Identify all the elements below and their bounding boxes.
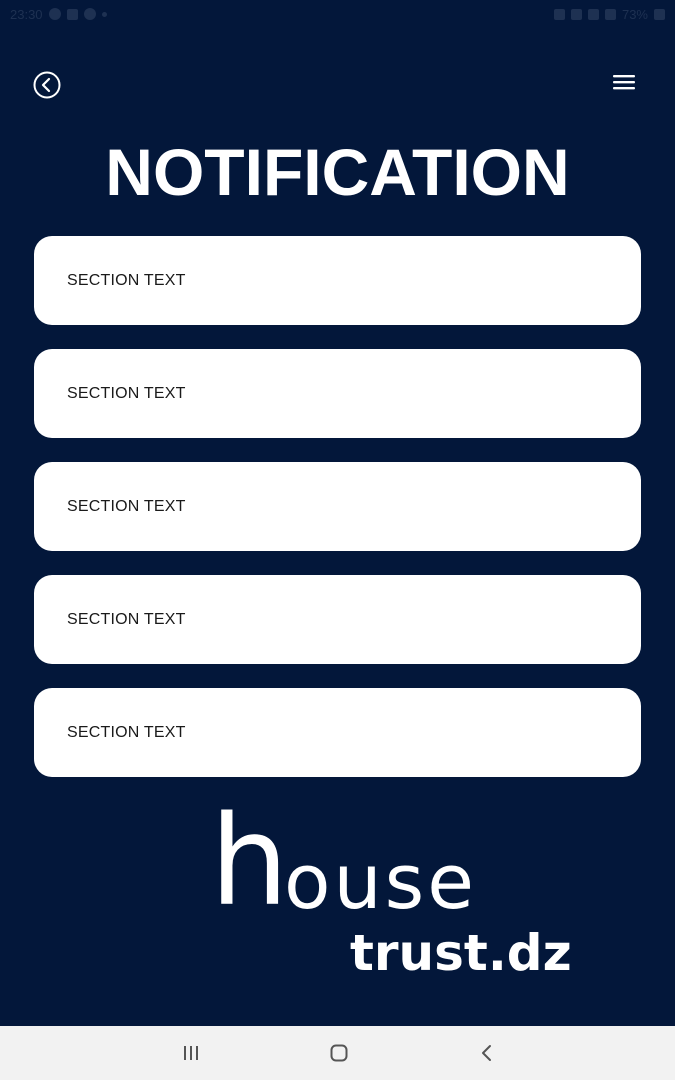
logo-ouse: ouse [284,837,478,926]
home-button[interactable] [328,1043,350,1063]
section-card[interactable]: SECTION TEXT [34,236,641,325]
logo-h: h [210,790,289,934]
mute-icon [587,8,599,20]
section-label: SECTION TEXT [67,384,186,402]
section-label: SECTION TEXT [67,271,186,289]
house-trust-logo: h ouse trust.dz [0,800,675,990]
gallery-icon [66,8,78,20]
notification-icon [48,8,61,20]
recents-icon [184,1046,198,1060]
section-card[interactable]: SECTION TEXT [34,575,641,664]
section-card[interactable]: SECTION TEXT [34,462,641,551]
section-card[interactable]: SECTION TEXT [34,349,641,438]
recents-button[interactable] [180,1043,202,1063]
sync-icon [83,8,96,20]
nav-back-button[interactable] [476,1043,498,1063]
battery-icon [654,8,665,20]
back-circle-icon [33,71,61,99]
alarm-icon [553,8,565,20]
section-label: SECTION TEXT [67,497,186,515]
status-time: 23:30 [10,6,43,22]
status-left: 23:30 [10,7,107,22]
section-label: SECTION TEXT [67,723,186,741]
section-label: SECTION TEXT [67,610,186,628]
system-nav-bar [0,1026,675,1080]
signal-icon [604,8,616,20]
status-bar: 23:30 73% [0,0,675,28]
nfc-icon [570,8,582,20]
logo-subtitle: trust.dz [350,924,572,982]
battery-percent: 73% [621,6,648,22]
hamburger-menu-icon [613,75,635,90]
menu-button[interactable] [612,73,636,91]
back-chevron-icon [482,1045,491,1061]
back-button[interactable] [33,71,61,99]
section-card[interactable]: SECTION TEXT [34,688,641,777]
section-list: SECTION TEXT SECTION TEXT SECTION TEXT S… [34,236,641,801]
dot-icon [101,11,107,17]
home-icon [330,1044,348,1062]
status-right: 73% [553,6,665,22]
page-title: NOTIFICATION [105,135,570,209]
